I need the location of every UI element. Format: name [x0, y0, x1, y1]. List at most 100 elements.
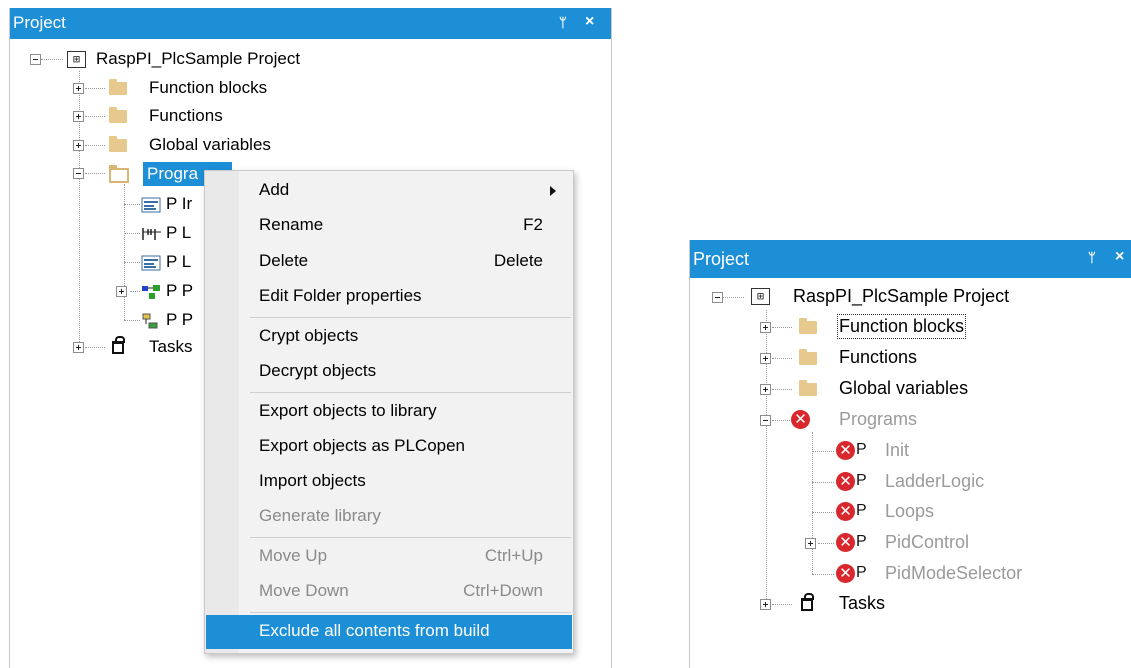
- expand-pidcontrol-toggle[interactable]: [805, 538, 816, 549]
- excluded-error-icon: ✕: [836, 564, 855, 583]
- tree-root-label[interactable]: RaspPI_PlcSample Project: [96, 49, 300, 69]
- tree-item-program-pidcontrol[interactable]: PidControl: [885, 532, 969, 553]
- menu-item-label: Import objects: [259, 471, 366, 490]
- excluded-error-icon: ✕: [836, 502, 855, 521]
- expand-tasks-toggle[interactable]: [73, 342, 84, 353]
- tree-item-program-pidmodeselector[interactable]: PidModeSelector: [885, 563, 1022, 584]
- excluded-error-icon: ✕: [836, 472, 855, 491]
- tree-item-program-2[interactable]: P L: [166, 223, 191, 243]
- program-prefix: P: [856, 472, 867, 489]
- expand-functions-toggle[interactable]: [73, 111, 84, 122]
- excluded-error-icon: ✕: [836, 441, 855, 460]
- program-prefix: P: [856, 533, 867, 550]
- tree-item-functions[interactable]: Functions: [839, 347, 917, 368]
- menu-item-add[interactable]: Add: [206, 174, 572, 208]
- menu-item-export-plcopen[interactable]: Export objects as PLCopen: [206, 430, 572, 464]
- expand-global-variables-toggle[interactable]: [73, 140, 84, 151]
- menu-item-label: Edit Folder properties: [259, 286, 422, 305]
- tree-item-programs[interactable]: Programs: [839, 409, 917, 430]
- folder-icon: [109, 136, 127, 152]
- menu-item-move-down[interactable]: Move Down Ctrl+Down: [206, 575, 572, 609]
- submenu-arrow-icon: [550, 186, 556, 196]
- expand-function-blocks-toggle[interactable]: [760, 322, 771, 333]
- tree-root-label[interactable]: RaspPI_PlcSample Project: [793, 286, 1009, 307]
- menu-item-label: Move Down: [259, 581, 349, 600]
- collapse-programs-toggle[interactable]: [760, 415, 771, 426]
- fbd-icon: [142, 285, 160, 299]
- tree-item-function-blocks[interactable]: Function blocks: [149, 78, 267, 98]
- excluded-error-icon: ✕: [791, 410, 810, 429]
- tree-item-function-blocks[interactable]: Function blocks: [836, 314, 967, 339]
- tree-item-program-3[interactable]: P L: [166, 252, 191, 272]
- open-folder-icon: [109, 165, 129, 183]
- collapse-root-toggle[interactable]: [30, 54, 41, 65]
- folder-icon: [799, 318, 817, 334]
- menu-separator: [250, 392, 571, 393]
- folder-icon: [109, 79, 127, 95]
- context-menu: Add Rename F2 Delete Delete Edit Folder …: [204, 170, 574, 654]
- tree-item-program-1[interactable]: P Ir: [166, 194, 192, 214]
- expand-function-blocks-toggle[interactable]: [73, 83, 84, 94]
- structured-text-icon: [141, 255, 161, 271]
- menu-item-generate-library[interactable]: Generate library: [206, 500, 572, 534]
- menu-item-label: Crypt objects: [259, 326, 359, 345]
- structured-text-icon: [141, 197, 161, 213]
- menu-separator: [250, 317, 571, 318]
- tree-item-global-variables[interactable]: Global variables: [149, 135, 271, 155]
- project-icon: ⊞: [751, 288, 770, 305]
- menu-item-shortcut: F2: [523, 215, 543, 234]
- menu-item-label: Exclude all contents from build: [259, 621, 490, 640]
- menu-item-decrypt-objects[interactable]: Decrypt objects: [206, 355, 572, 389]
- program-prefix: P: [856, 502, 867, 519]
- menu-separator: [250, 537, 571, 538]
- folder-icon: [799, 349, 817, 365]
- collapse-root-toggle[interactable]: [712, 292, 723, 303]
- tree-item-program-5[interactable]: P P: [166, 310, 193, 330]
- menu-item-label: Generate library: [259, 506, 381, 525]
- expand-program-4-toggle[interactable]: [116, 286, 127, 297]
- menu-item-export-to-library[interactable]: Export objects to library: [206, 395, 572, 429]
- menu-item-shortcut: Delete: [493, 251, 543, 270]
- expand-tasks-toggle[interactable]: [760, 599, 771, 610]
- menu-item-import-objects[interactable]: Import objects: [206, 465, 572, 499]
- menu-item-label: Export objects to library: [259, 401, 437, 420]
- tree-item-tasks[interactable]: Tasks: [149, 337, 192, 357]
- menu-item-edit-folder-properties[interactable]: Edit Folder properties: [206, 280, 572, 314]
- expand-functions-toggle[interactable]: [760, 353, 771, 364]
- project-panel-right: Project ᛘ × ⊞ RaspPI_PlcSample Project F…: [689, 240, 1131, 668]
- sfc-icon: [142, 313, 158, 329]
- tree-item-functions[interactable]: Functions: [149, 106, 223, 126]
- menu-item-shortcut: Ctrl+Up: [484, 546, 543, 565]
- collapse-programs-toggle[interactable]: [73, 168, 84, 179]
- expand-global-variables-toggle[interactable]: [760, 384, 771, 395]
- project-tree: ⊞ RaspPI_PlcSample Project Function bloc…: [690, 240, 1131, 668]
- menu-item-label: Export objects as PLCopen: [259, 436, 466, 455]
- tree-item-program-ladderlogic[interactable]: LadderLogic: [885, 471, 984, 492]
- excluded-error-icon: ✕: [836, 533, 855, 552]
- menu-item-label: Rename: [259, 215, 324, 234]
- menu-item-delete[interactable]: Delete Delete: [206, 245, 572, 279]
- project-icon: ⊞: [67, 51, 86, 68]
- menu-item-label: Decrypt objects: [259, 361, 377, 380]
- tree-item-program-init[interactable]: Init: [885, 440, 909, 461]
- tree-item-program-loops[interactable]: Loops: [885, 501, 934, 522]
- menu-item-label: Delete: [259, 251, 309, 270]
- ladder-icon: [142, 228, 161, 240]
- tasks-icon: [801, 593, 814, 611]
- program-prefix: P: [856, 564, 867, 581]
- tree-item-tasks[interactable]: Tasks: [839, 593, 885, 614]
- menu-item-label: Add: [259, 180, 290, 199]
- tasks-icon: [112, 336, 125, 354]
- menu-item-label: Move Up: [259, 546, 328, 565]
- tree-item-program-4[interactable]: P P: [166, 281, 193, 301]
- tree-item-global-variables[interactable]: Global variables: [839, 378, 968, 399]
- menu-separator: [250, 612, 571, 613]
- menu-item-shortcut: Ctrl+Down: [463, 581, 543, 600]
- program-prefix: P: [856, 441, 867, 458]
- folder-icon: [799, 380, 817, 396]
- menu-item-crypt-objects[interactable]: Crypt objects: [206, 320, 572, 354]
- menu-item-exclude-from-build[interactable]: Exclude all contents from build: [206, 615, 572, 649]
- menu-item-move-up[interactable]: Move Up Ctrl+Up: [206, 540, 572, 574]
- folder-icon: [109, 107, 127, 123]
- menu-item-rename[interactable]: Rename F2: [206, 209, 572, 243]
